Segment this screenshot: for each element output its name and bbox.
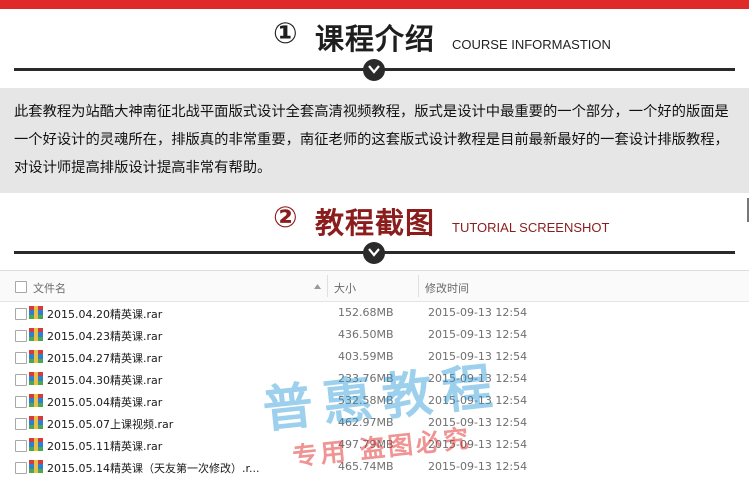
file-name[interactable]: 2015.05.14精英课（天友第一次修改）.r... <box>47 460 259 476</box>
row-checkbox[interactable] <box>15 440 27 452</box>
section-2-number: ② <box>273 200 299 234</box>
row-checkbox[interactable] <box>15 352 27 364</box>
file-name[interactable]: 2015.05.07上课视频.rar <box>47 416 173 432</box>
column-header-modified[interactable]: 修改时间 <box>425 280 469 296</box>
section-2-subtitle: TUTORIAL SCREENSHOT <box>452 220 610 235</box>
file-name[interactable]: 2015.04.27精英课.rar <box>47 350 162 366</box>
file-name[interactable]: 2015.04.23精英课.rar <box>47 328 162 344</box>
file-size: 152.68MB <box>338 306 394 319</box>
column-divider[interactable] <box>418 275 419 297</box>
rar-archive-icon <box>29 438 43 451</box>
row-checkbox[interactable] <box>15 418 27 430</box>
row-checkbox[interactable] <box>15 396 27 408</box>
course-description-panel: 此套教程为站酷大神南征北战平面版式设计全套高清视频教程，版式是设计中最重要的一个… <box>0 88 749 193</box>
column-divider[interactable] <box>327 275 328 297</box>
column-header-name[interactable]: 文件名 <box>33 280 66 296</box>
file-row[interactable]: 2015.04.23精英课.rar 436.50MB 2015-09-13 12:5… <box>0 324 749 346</box>
course-description-text: 此套教程为站酷大神南征北战平面版式设计全套高清视频教程，版式是设计中最重要的一个… <box>14 104 729 176</box>
rar-archive-icon <box>29 372 43 385</box>
file-name[interactable]: 2015.04.20精英课.rar <box>47 306 162 322</box>
file-name[interactable]: 2015.05.11精英课.rar <box>47 438 162 454</box>
file-modified: 2015-09-13 12:54 <box>428 460 528 473</box>
rar-archive-icon <box>29 328 43 341</box>
file-name[interactable]: 2015.05.04精英课.rar <box>47 394 162 410</box>
file-modified: 2015-09-13 12:54 <box>428 306 528 319</box>
sort-arrow-icon[interactable] <box>314 284 321 289</box>
file-modified: 2015-09-13 12:54 <box>428 328 528 341</box>
section-1-number: ① <box>273 16 299 50</box>
file-row[interactable]: 2015.04.20精英课.rar 152.68MB 2015-09-13 12:5… <box>0 302 749 324</box>
row-checkbox[interactable] <box>15 330 27 342</box>
top-accent-bar <box>0 0 749 9</box>
row-checkbox[interactable] <box>15 462 27 474</box>
rar-archive-icon <box>29 416 43 429</box>
rar-archive-icon <box>29 350 43 363</box>
rar-archive-icon <box>29 460 43 473</box>
column-header-size[interactable]: 大小 <box>334 280 356 296</box>
section-2-title: 教程截图 <box>315 206 436 240</box>
file-list-header: 文件名 大小 修改时间 <box>0 271 749 302</box>
row-checkbox[interactable] <box>15 308 27 320</box>
chevron-down-icon <box>363 242 385 264</box>
rar-archive-icon <box>29 306 43 319</box>
rar-archive-icon <box>29 394 43 407</box>
section-1-subtitle: COURSE INFORMASTION <box>452 37 611 52</box>
chevron-down-icon <box>363 59 385 81</box>
section-1-title: 课程介绍 <box>315 22 436 56</box>
row-checkbox[interactable] <box>15 374 27 386</box>
file-name[interactable]: 2015.04.30精英课.rar <box>47 372 162 388</box>
file-size: 436.50MB <box>338 328 394 341</box>
select-all-checkbox[interactable] <box>15 281 27 293</box>
